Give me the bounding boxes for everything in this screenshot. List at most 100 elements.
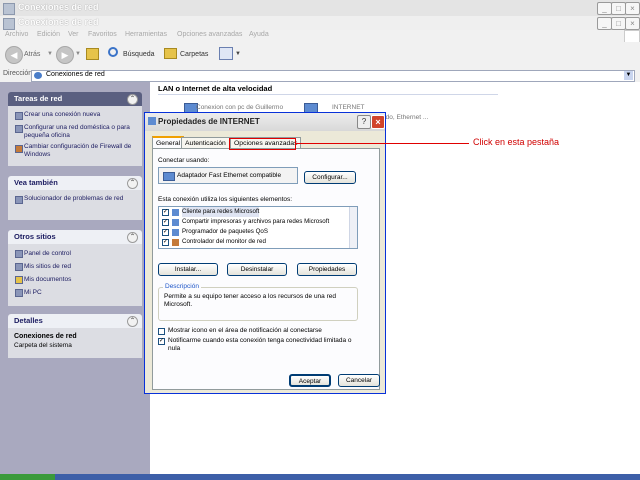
show-icon-checkbox[interactable]	[158, 328, 165, 335]
forward-arrow-icon[interactable]: ▶	[56, 46, 74, 64]
description-title: Descripción	[163, 283, 201, 290]
views-dropdown-icon[interactable]: ▼	[235, 51, 241, 57]
list-scrollbar[interactable]	[349, 207, 357, 248]
close-button-back[interactable]: ×	[625, 17, 640, 30]
component-checkbox[interactable]: ✓	[162, 209, 169, 216]
notify-checkbox[interactable]: ✓	[158, 338, 165, 345]
menu-bar: Archivo Edición Ver Favoritos Herramient…	[0, 30, 640, 44]
network-tasks-panel: Crear una conexión nueva Configurar una …	[8, 106, 142, 166]
connection-name[interactable]: INTERNET	[332, 104, 365, 111]
see-also-title: Vea también	[14, 178, 58, 187]
component-item[interactable]: Controlador del monitor de red	[182, 237, 266, 247]
annotation-text: Click en esta pestaña	[473, 137, 560, 147]
task-create-connection[interactable]: Crear una conexión nueva	[24, 111, 134, 119]
adapter-field: Adaptador Fast Ethernet compatible	[158, 167, 298, 184]
section-title: LAN o Internet de alta velocidad	[158, 84, 273, 93]
menu-favoritos[interactable]: Favoritos	[88, 31, 117, 38]
taskbar	[0, 474, 640, 480]
dialog-icon	[148, 117, 156, 125]
see-also-troubleshooter[interactable]: Solucionador de problemas de red	[24, 195, 124, 203]
notify-label: Notificarme cuando esta conexión tenga c…	[168, 337, 352, 352]
window-icon	[3, 3, 15, 15]
menu-opciones-avanzadas[interactable]: Opciones avanzadas	[177, 31, 242, 38]
details-header[interactable]: Detalles ⌃	[8, 314, 142, 328]
task-firewall[interactable]: Cambiar configuración de Firewall de Win…	[24, 143, 136, 159]
forward-dropdown-icon[interactable]: ▼	[75, 51, 81, 57]
collapse-icon[interactable]: ⌃	[127, 94, 138, 105]
start-button[interactable]	[0, 474, 55, 480]
window-title-bar-back: Conexiones de red _ □ ×	[0, 16, 640, 30]
see-also-panel: Solucionador de problemas de red	[8, 190, 142, 220]
minimize-button-back[interactable]: _	[597, 17, 612, 30]
window-icon	[3, 18, 15, 30]
task-home-network[interactable]: Configurar una red doméstica o para pequ…	[24, 124, 136, 140]
collapse-icon[interactable]: ⌃	[127, 316, 138, 327]
component-checkbox[interactable]: ✓	[162, 229, 169, 236]
search-button-label[interactable]: Búsqueda	[123, 51, 155, 58]
dialog-title: Propiedades de INTERNET	[158, 117, 260, 126]
menu-herramientas[interactable]: Herramientas	[125, 31, 167, 38]
place-network-places[interactable]: Mis sitios de red	[24, 263, 71, 271]
component-item[interactable]: Compartir impresoras y archivos para red…	[182, 217, 329, 227]
connect-using-label: Conectar usando:	[158, 157, 210, 164]
folder-up-icon[interactable]	[86, 48, 99, 60]
maximize-button[interactable]: □	[611, 2, 626, 15]
uninstall-button[interactable]: Desinstalar	[227, 263, 287, 276]
place-control-panel[interactable]: Panel de control	[24, 250, 71, 258]
ok-button[interactable]: Aceptar	[289, 374, 331, 387]
properties-button[interactable]: Propiedades	[297, 263, 357, 276]
section-divider	[158, 94, 498, 95]
other-places-panel: Panel de control Mis sitios de red Mis d…	[8, 244, 142, 306]
other-places-header[interactable]: Otros sitios ⌃	[8, 230, 142, 244]
menu-ver[interactable]: Ver	[68, 31, 79, 38]
my-computer-icon	[15, 289, 23, 297]
configure-button[interactable]: Configurar...	[304, 171, 356, 184]
documents-icon	[15, 276, 23, 284]
left-pane: Tareas de red ⌃ Crear una conexión nueva…	[0, 82, 150, 474]
component-checkbox[interactable]: ✓	[162, 219, 169, 226]
client-icon	[172, 209, 179, 216]
sharing-icon	[172, 219, 179, 226]
search-icon[interactable]	[108, 47, 118, 57]
window-title: Conexiones de red	[18, 2, 99, 12]
views-icon[interactable]	[219, 47, 233, 60]
folders-icon[interactable]	[164, 48, 177, 59]
minimize-button[interactable]: _	[597, 2, 612, 15]
place-documents[interactable]: Mis documentos	[24, 276, 71, 284]
network-tasks-header[interactable]: Tareas de red ⌃	[8, 92, 142, 106]
show-icon-label: Mostrar icono en el área de notificación…	[168, 327, 322, 334]
connection-name[interactable]: Conexion con pc de Guillermo	[196, 104, 283, 111]
address-dropdown-icon[interactable]: ▼	[624, 71, 633, 80]
component-item[interactable]: Programador de paquetes QoS	[182, 227, 268, 237]
maximize-button-back[interactable]: □	[611, 17, 626, 30]
control-panel-icon	[15, 250, 23, 258]
back-arrow-icon[interactable]: ◀	[5, 46, 23, 64]
description-text: Permite a su equipo tener acceso a los r…	[164, 293, 336, 308]
component-checkbox[interactable]: ✓	[162, 239, 169, 246]
back-dropdown-icon[interactable]: ▼	[47, 51, 53, 57]
toolbar: ◀ Atrás ▼ ▶ ▼ Búsqueda Carpetas ▼	[0, 42, 640, 69]
place-my-computer[interactable]: Mi PC	[24, 289, 42, 297]
back-button-label[interactable]: Atrás	[24, 51, 40, 58]
window-title-bar: Conexiones de red _ □ ×	[0, 0, 640, 17]
cancel-button[interactable]: Cancelar	[338, 374, 380, 387]
see-also-header[interactable]: Vea también ⌃	[8, 176, 142, 190]
collapse-icon[interactable]: ⌃	[127, 232, 138, 243]
menu-ayuda[interactable]: Ayuda	[249, 31, 269, 38]
folders-button-label[interactable]: Carpetas	[180, 51, 208, 58]
install-button[interactable]: Instalar...	[158, 263, 218, 276]
network-folder-icon	[34, 72, 42, 79]
menu-archivo[interactable]: Archivo	[5, 31, 28, 38]
troubleshooter-icon	[15, 196, 23, 204]
address-field[interactable]: Conexiones de red ▼	[31, 70, 635, 82]
dialog-close-button[interactable]: ×	[371, 115, 385, 129]
help-button[interactable]: ?	[357, 115, 371, 129]
home-network-icon	[15, 125, 23, 133]
annotation-line	[296, 143, 469, 144]
collapse-icon[interactable]: ⌃	[127, 178, 138, 189]
close-button[interactable]: ×	[625, 2, 640, 15]
adapter-name: Adaptador Fast Ethernet compatible	[177, 172, 282, 179]
component-item[interactable]: Cliente para redes Microsoft	[182, 207, 260, 217]
components-label: Esta conexión utiliza los siguientes ele…	[158, 196, 293, 203]
menu-edicion[interactable]: Edición	[37, 31, 60, 38]
